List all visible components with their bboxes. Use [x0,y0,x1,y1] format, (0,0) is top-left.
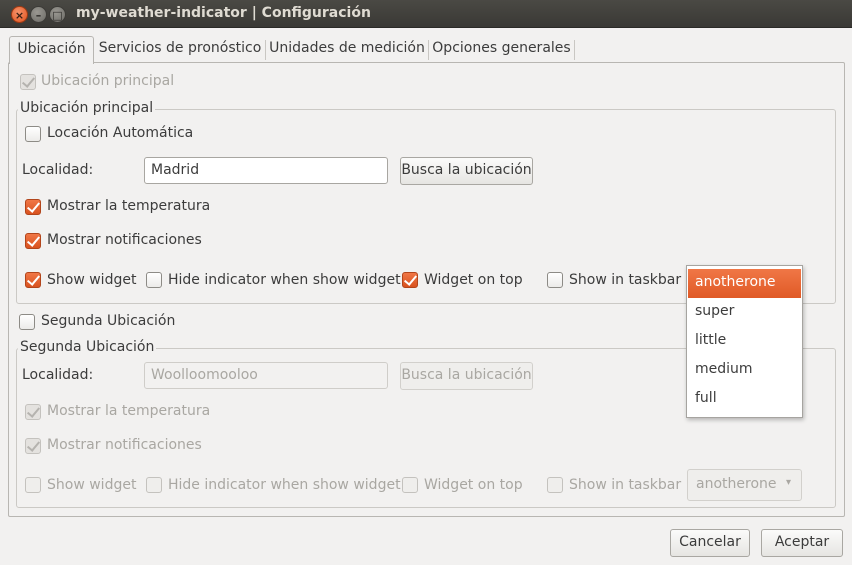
main-location-label: Ubicación principal [41,73,175,89]
main-show-notifications-checkbox[interactable] [25,233,41,249]
title-bar: × – □ my-weather-indicator | Configuraci… [0,0,852,28]
tab-opciones-generales[interactable]: Opciones generales [432,36,571,62]
tab-servicios-pronostico[interactable]: Servicios de pronóstico [98,36,262,62]
skin-dropdown-menu: anotherone super little medium full [686,265,803,418]
accept-button[interactable]: Aceptar [761,529,843,557]
second-skin-combo-value: anotherone [696,476,777,492]
second-hide-indicator-label: Hide indicator when show widget [168,477,401,493]
dropdown-option-medium[interactable]: medium [688,356,801,385]
second-search-location-button[interactable]: Busca la ubicación [400,362,533,390]
second-show-widget-checkbox[interactable] [25,477,41,493]
auto-location-checkbox[interactable] [25,126,41,142]
auto-location-label: Locación Automática [47,125,194,141]
second-show-notifications-label: Mostrar notificaciones [47,437,202,453]
cancel-button[interactable]: Cancelar [670,529,750,557]
dropdown-option-little[interactable]: little [688,327,801,356]
second-locality-input[interactable]: Woolloomooloo [144,362,388,389]
second-widget-on-top-checkbox[interactable] [402,477,418,493]
main-locality-label: Localidad: [22,162,94,178]
main-show-in-taskbar-label: Show in taskbar [569,272,682,288]
window-title: my-weather-indicator | Configuración [76,5,371,21]
main-widget-on-top-label: Widget on top [424,272,523,288]
main-location-frame-title: Ubicación principal [18,100,156,116]
second-location-label: Segunda Ubicación [41,313,176,329]
second-show-in-taskbar-label: Show in taskbar [569,477,682,493]
main-location-checkbox[interactable] [20,74,36,90]
second-show-temperature-label: Mostrar la temperatura [47,403,211,419]
dropdown-option-anotherone[interactable]: anotherone [688,269,801,298]
dropdown-option-super[interactable]: super [688,298,801,327]
chevron-down-icon: ▾ [785,477,791,488]
second-hide-indicator-checkbox[interactable] [146,477,162,493]
second-show-in-taskbar-checkbox[interactable] [547,477,563,493]
main-show-widget-label: Show widget [47,272,137,288]
main-widget-on-top-checkbox[interactable] [402,272,418,288]
second-location-checkbox[interactable] [19,314,35,330]
second-show-temperature-checkbox[interactable] [25,404,41,420]
main-show-notifications-label: Mostrar notificaciones [47,232,202,248]
tab-ubicacion[interactable]: Ubicación [9,36,94,64]
main-hide-indicator-label: Hide indicator when show widget [168,272,401,288]
maximize-window-button[interactable]: □ [49,6,66,23]
second-widget-on-top-label: Widget on top [424,477,523,493]
main-hide-indicator-checkbox[interactable] [146,272,162,288]
second-skin-combo[interactable]: anotherone ▾ [687,469,802,501]
second-show-notifications-checkbox[interactable] [25,438,41,454]
dropdown-option-full[interactable]: full [688,385,801,414]
second-location-frame-title: Segunda Ubicación [18,339,157,355]
tab-separator [428,40,429,60]
tab-separator [265,40,266,60]
second-show-widget-label: Show widget [47,477,137,493]
main-show-widget-checkbox[interactable] [25,272,41,288]
tab-unidades-medicion[interactable]: Unidades de medición [269,36,425,62]
minimize-window-button[interactable]: – [30,6,47,23]
main-search-location-button[interactable]: Busca la ubicación [400,157,533,185]
tab-separator [574,40,575,60]
second-locality-label: Localidad: [22,367,94,383]
main-show-temperature-checkbox[interactable] [25,199,41,215]
close-window-button[interactable]: × [11,6,28,23]
main-show-temperature-label: Mostrar la temperatura [47,198,211,214]
main-locality-input[interactable]: Madrid [144,157,388,184]
main-show-in-taskbar-checkbox[interactable] [547,272,563,288]
